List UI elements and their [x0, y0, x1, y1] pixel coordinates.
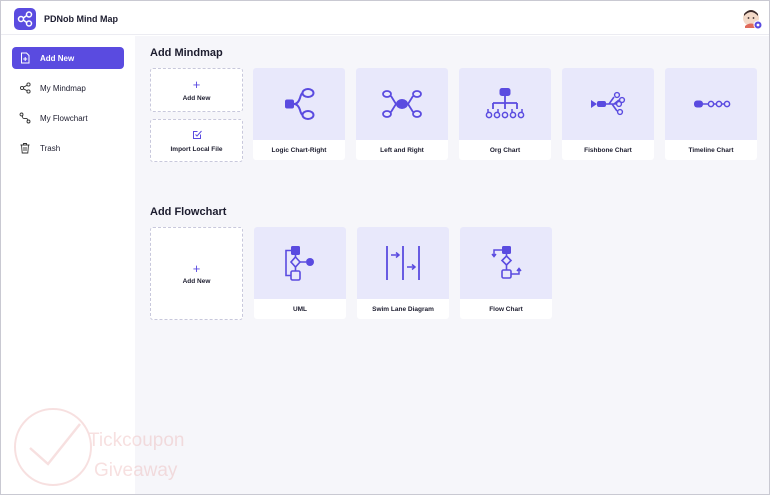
add-new-flowchart-button[interactable]: + Add New — [150, 227, 243, 320]
template-label: Fishbone Chart — [584, 147, 632, 154]
flow-chart-icon — [491, 246, 522, 279]
sidebar-item-my-mindmap[interactable]: My Mindmap — [12, 77, 124, 99]
template-fishbone-chart[interactable]: Fishbone Chart — [562, 68, 654, 160]
template-swim-lane-diagram[interactable]: Swim Lane Diagram — [357, 227, 449, 319]
app-logo — [14, 8, 36, 30]
left-right-icon — [382, 90, 422, 118]
org-chart-icon — [485, 88, 525, 119]
template-left-and-right[interactable]: Left and Right — [356, 68, 448, 160]
watermark-line2: Giveaway — [94, 460, 178, 481]
plus-icon: + — [192, 261, 201, 276]
add-new-label: Add New — [182, 278, 211, 285]
uml-icon — [285, 246, 314, 281]
add-file-icon — [21, 52, 30, 64]
sidebar-item-add-new[interactable]: Add New — [12, 47, 124, 69]
section-title-flowchart: Add Flowchart — [150, 206, 227, 218]
template-logic-chart-right[interactable]: Logic Chart-Right — [253, 68, 345, 160]
template-label: Timeline Chart — [688, 147, 734, 154]
section-title-mindmap: Add Mindmap — [150, 47, 223, 59]
template-label: UML — [292, 306, 308, 313]
fishbone-icon — [591, 91, 626, 116]
logic-chart-icon — [285, 88, 315, 120]
watermark-check-icon — [14, 408, 92, 486]
template-label: Logic Chart-Right — [271, 147, 327, 154]
template-uml[interactable]: UML — [254, 227, 346, 319]
avatar[interactable] — [741, 8, 763, 30]
share-nodes-icon — [19, 82, 31, 94]
user-avatar-icon — [743, 10, 763, 30]
sidebar-item-trash[interactable]: Trash — [12, 137, 124, 159]
template-flow-chart[interactable]: Flow Chart — [460, 227, 552, 319]
import-label: Import Local File — [170, 146, 223, 153]
import-local-file-button[interactable]: Import Local File — [150, 119, 243, 162]
add-new-mindmap-button[interactable]: + Add New — [150, 68, 243, 112]
watermark: Tickcoupon Giveaway — [8, 402, 238, 492]
plus-icon: + — [192, 77, 201, 92]
add-new-label: Add New — [182, 95, 211, 102]
import-icon — [193, 130, 202, 139]
template-org-chart[interactable]: Org Chart — [459, 68, 551, 160]
sidebar-item-my-flowchart[interactable]: My Flowchart — [12, 107, 124, 129]
swim-lane-icon — [386, 246, 420, 280]
sidebar-item-label: Trash — [40, 144, 61, 153]
sidebar-item-label: Add New — [40, 54, 75, 63]
mind-map-logo-icon — [17, 11, 33, 27]
template-timeline-chart[interactable]: Timeline Chart — [665, 68, 757, 160]
watermark-line1: Tickcoupon — [88, 430, 185, 451]
template-label: Left and Right — [380, 147, 424, 154]
top-bar: PDNob Mind Map — [1, 1, 769, 35]
template-label: Org Chart — [489, 147, 521, 154]
timeline-icon — [694, 100, 731, 108]
trash-icon — [20, 143, 30, 154]
template-label: Flow Chart — [489, 306, 523, 313]
sidebar-item-label: My Mindmap — [40, 84, 86, 93]
template-label: Swim Lane Diagram — [372, 306, 434, 313]
app-title: PDNob Mind Map — [44, 14, 118, 24]
sidebar-item-label: My Flowchart — [40, 114, 88, 123]
flow-path-icon — [19, 112, 31, 124]
